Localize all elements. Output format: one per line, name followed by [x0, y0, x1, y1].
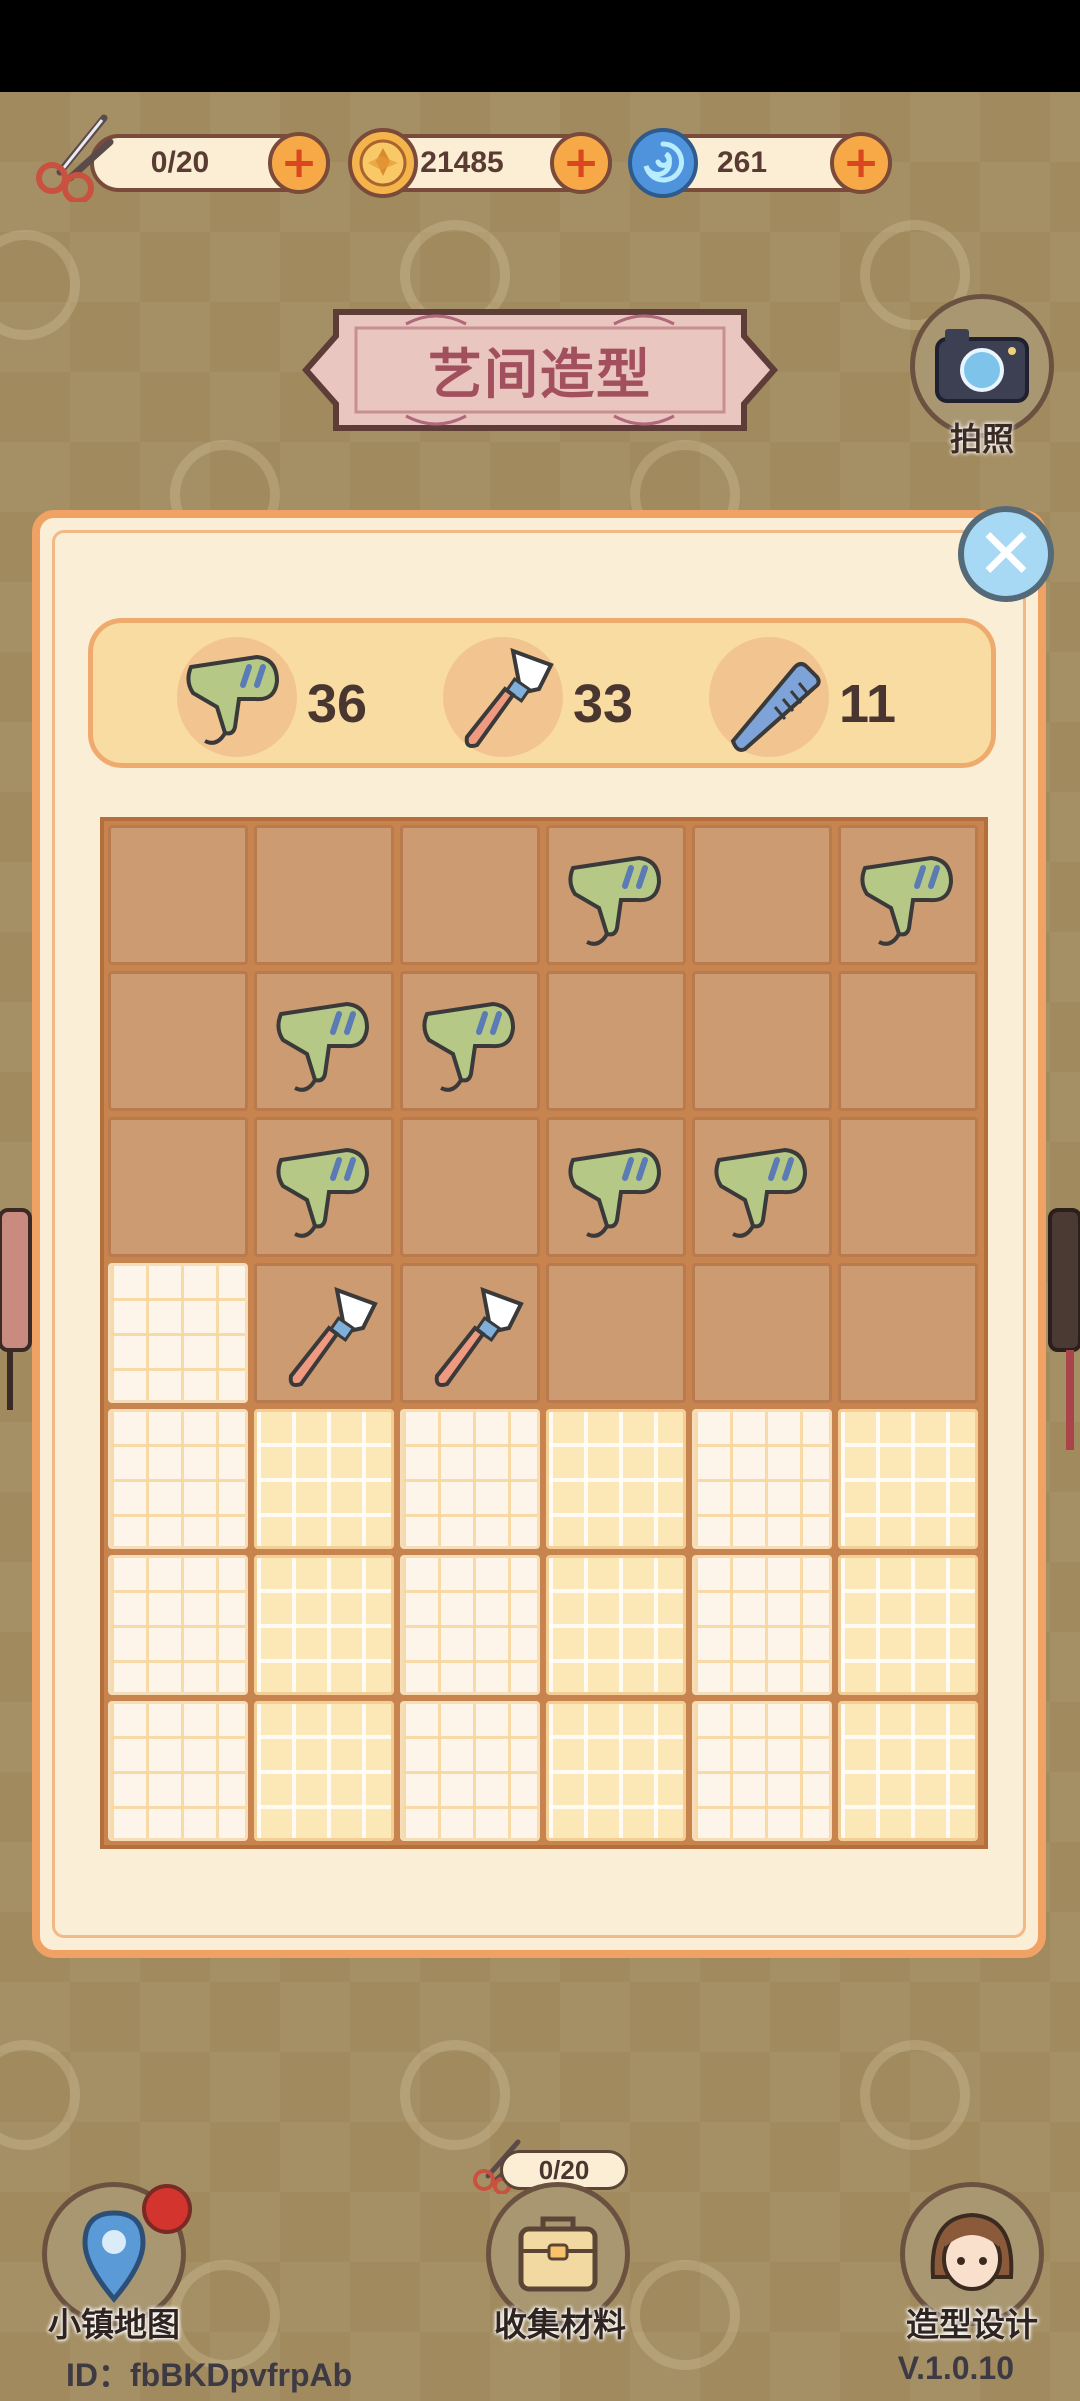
hair-dryer-icon: [714, 1147, 808, 1238]
grid-cell-hair-dryer[interactable]: [838, 825, 978, 965]
grid-cell-empty[interactable]: [400, 825, 540, 965]
comb-icon: [730, 662, 821, 752]
grid-cell-empty[interactable]: [400, 1117, 540, 1257]
grid-cell-locked[interactable]: [254, 1555, 394, 1695]
grid-cell-locked[interactable]: [254, 1701, 394, 1841]
grid-cell-empty[interactable]: [838, 1117, 978, 1257]
grid-cell-empty[interactable]: [254, 825, 394, 965]
title-banner: 艺间造型: [296, 302, 784, 438]
inventory-grid: [100, 817, 988, 1849]
makeup-brush-count: 33: [573, 674, 634, 734]
grid-cell-empty[interactable]: [692, 1263, 832, 1403]
hair-dryer-icon: [276, 1147, 370, 1238]
town-map-label: 小镇地图: [48, 2305, 180, 2344]
tool-count-bar: 36 33 11: [88, 618, 996, 768]
add-coins-button[interactable]: +: [550, 132, 612, 194]
notification-badge: [142, 2184, 192, 2234]
grid-cell-locked[interactable]: [546, 1409, 686, 1549]
grid-cell-makeup-brush[interactable]: [254, 1263, 394, 1403]
grid-cell-empty[interactable]: [838, 1263, 978, 1403]
add-gems-button[interactable]: +: [830, 132, 892, 194]
grid-cell-empty[interactable]: [838, 971, 978, 1111]
grid-cell-locked[interactable]: [108, 1701, 248, 1841]
grid-cell-hair-dryer[interactable]: [254, 1117, 394, 1257]
sun-decoration: [860, 2040, 970, 2150]
mannequin-right-decoration: [1048, 1208, 1080, 1450]
status-bar: [0, 0, 1080, 92]
style-design-label: 造型设计: [906, 2305, 1038, 2344]
grid-cell-empty[interactable]: [108, 825, 248, 965]
scissors-value: 0/20: [150, 146, 210, 179]
swirl-gem-icon: [628, 128, 698, 198]
comb-count: 11: [839, 674, 897, 734]
tool-count-makeup-brush: 33: [443, 637, 663, 761]
grid-cell-locked[interactable]: [108, 1263, 248, 1403]
grid-cell-empty[interactable]: [692, 971, 832, 1111]
grid-cell-empty[interactable]: [108, 1117, 248, 1257]
hair-dryer-count: 36: [307, 674, 368, 734]
close-button[interactable]: ✕: [958, 506, 1054, 602]
page-title: 艺间造型: [428, 343, 652, 406]
tool-count-hair-dryer: 36: [177, 637, 397, 761]
grid-cell-hair-dryer[interactable]: [546, 1117, 686, 1257]
scissors-icon: [36, 114, 114, 202]
grid-cell-locked[interactable]: [838, 1701, 978, 1841]
makeup-brush-icon: [464, 647, 554, 748]
grid-cell-locked[interactable]: [108, 1555, 248, 1695]
version-label: V.1.0.10: [897, 2350, 1014, 2386]
grid-cell-locked[interactable]: [546, 1555, 686, 1695]
hair-dryer-icon: [422, 1001, 516, 1092]
grid-cell-empty[interactable]: [546, 1263, 686, 1403]
coin-icon: [348, 128, 418, 198]
camera-icon: [935, 329, 1029, 403]
grid-cell-empty[interactable]: [692, 825, 832, 965]
grid-cell-locked[interactable]: [692, 1555, 832, 1695]
hair-dryer-icon: [860, 855, 954, 946]
grid-cell-locked[interactable]: [400, 1701, 540, 1841]
scissors-counter: 0/20 +: [90, 132, 330, 194]
grid-cell-locked[interactable]: [108, 1409, 248, 1549]
player-id: ID：fbBKDpvfrpAb: [66, 2357, 353, 2393]
grid-cell-hair-dryer[interactable]: [400, 971, 540, 1111]
collect-materials-label: 收集材料: [494, 2305, 626, 2344]
sun-decoration: [400, 2040, 510, 2150]
mannequin-left-decoration: [0, 1208, 32, 1410]
grid-cell-locked[interactable]: [254, 1409, 394, 1549]
add-scissors-button[interactable]: +: [268, 132, 330, 194]
camera-label: 拍照: [949, 420, 1014, 458]
hair-dryer-icon: [568, 855, 662, 946]
close-icon: ✕: [976, 513, 1036, 595]
grid-cell-hair-dryer[interactable]: [692, 1117, 832, 1257]
grid-cell-locked[interactable]: [838, 1555, 978, 1695]
makeup-brush-icon: [288, 1286, 378, 1387]
grid-cell-hair-dryer[interactable]: [254, 971, 394, 1111]
grid-cell-locked[interactable]: [692, 1409, 832, 1549]
makeup-brush-icon: [434, 1286, 524, 1387]
grid-cell-empty[interactable]: [546, 971, 686, 1111]
hair-dryer-icon: [276, 1001, 370, 1092]
grid-cell-locked[interactable]: [692, 1701, 832, 1841]
grid-cell-locked[interactable]: [400, 1555, 540, 1695]
hair-dryer-icon: [186, 654, 280, 745]
grid-cell-locked[interactable]: [400, 1409, 540, 1549]
grid-cell-hair-dryer[interactable]: [546, 825, 686, 965]
hair-dryer-icon: [568, 1147, 662, 1238]
grid-cell-locked[interactable]: [546, 1701, 686, 1841]
tool-count-comb: 11: [709, 637, 929, 761]
grid-cell-empty[interactable]: [108, 971, 248, 1111]
grid-cell-locked[interactable]: [838, 1409, 978, 1549]
grid-cell-makeup-brush[interactable]: [400, 1263, 540, 1403]
